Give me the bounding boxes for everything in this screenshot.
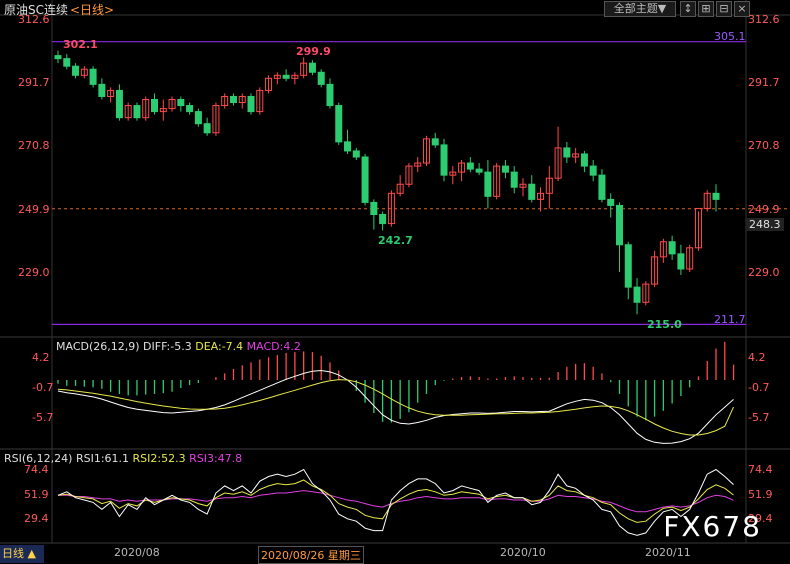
candle-body: [282, 74, 290, 79]
theme-dropdown[interactable]: 全部主题▼: [604, 1, 676, 17]
period-link[interactable]: <日线>: [70, 3, 114, 17]
right-tick: 270.8: [748, 139, 780, 152]
low-annotation: 215.0: [647, 318, 682, 331]
rsi2-value: RSI2:52.3: [132, 452, 186, 465]
rsi-tick: 51.9: [748, 488, 773, 501]
rsi-tick: 29.4: [24, 512, 49, 525]
low-annotation: 242.7: [378, 234, 413, 247]
candle-body: [352, 150, 360, 158]
candle-body: [344, 141, 352, 152]
candle-body: [466, 162, 474, 170]
candle-body: [247, 95, 255, 113]
macd-diff-line: [57, 369, 734, 444]
macd-dea: DEA:-7.4: [195, 340, 244, 353]
high-annotation: 299.9: [296, 45, 331, 58]
candle-body: [203, 123, 211, 134]
candle-body: [326, 83, 334, 107]
upper-line-label: 305.1: [714, 30, 746, 43]
candle-body: [89, 68, 97, 85]
candle-body: [370, 201, 378, 215]
candle-body: [54, 55, 62, 60]
candle-body: [510, 171, 518, 188]
candle-body: [484, 171, 492, 197]
candle-body: [361, 156, 369, 203]
candle-body: [677, 253, 685, 270]
rsi-series: [57, 468, 734, 536]
candle-body: [633, 286, 641, 303]
candle-body: [177, 99, 185, 107]
candle-body: [98, 83, 106, 97]
candle-body: [431, 138, 439, 146]
date-label: 2020/11: [645, 546, 691, 559]
macd-value: MACD:4.2: [246, 340, 301, 353]
candle-body: [72, 65, 80, 76]
candle-body: [563, 147, 571, 158]
candle-body: [668, 241, 676, 255]
macd-tick: 4.2: [32, 351, 50, 364]
candle-body: [607, 198, 615, 206]
candle-body: [501, 165, 509, 173]
period-button[interactable]: 日线 ▲: [0, 545, 44, 563]
right-tick: 291.7: [748, 76, 780, 89]
scale-icon[interactable]: ↕: [680, 1, 696, 17]
layout-icon[interactable]: ⊞: [698, 1, 714, 17]
left-tick: 229.0: [18, 266, 50, 279]
chart-canvas: [0, 0, 790, 544]
candle-body: [475, 168, 483, 173]
right-tick: 229.0: [748, 266, 780, 279]
rsi3-value: RSI3:47.8: [189, 452, 243, 465]
candlestick-series: [54, 50, 720, 315]
candle-body: [308, 62, 316, 73]
candle-body: [63, 58, 71, 67]
macd-tick: 4.2: [748, 351, 766, 364]
lower-line-label: 211.7: [714, 313, 746, 326]
rsi-tick: 74.4: [748, 463, 773, 476]
candle-body: [133, 105, 141, 119]
window-icon[interactable]: ⊟: [716, 1, 732, 17]
left-tick: 291.7: [18, 76, 50, 89]
current-price-tag: 249.9: [748, 203, 780, 216]
candle-body: [598, 174, 606, 200]
candle-body: [615, 204, 623, 246]
candle-body: [194, 111, 202, 125]
candle-body: [317, 71, 325, 85]
left-tick: 249.9: [18, 203, 50, 216]
high-annotation: 302.1: [63, 38, 98, 51]
macd-tick: -5.7: [748, 411, 770, 424]
candle-body: [115, 89, 123, 119]
macd-tick: -0.7: [32, 381, 54, 394]
rsi1-value: RSI1:61.1: [75, 452, 130, 465]
macd-tick: -5.7: [32, 411, 54, 424]
left-tick: 312.6: [18, 13, 50, 26]
crosshair-date: 2020/08/26 星期三: [258, 546, 364, 564]
candle-body: [589, 165, 597, 176]
macd-tick: -0.7: [748, 381, 770, 394]
rsi-tick: 74.4: [24, 463, 49, 476]
candle-body: [624, 244, 632, 288]
macd-title: MACD(26,12,9): [56, 340, 140, 353]
watermark: FX678: [663, 510, 762, 543]
right-tick: 312.6: [748, 13, 780, 26]
candle-body: [151, 99, 159, 113]
last-price-tag: 248.3: [746, 218, 784, 231]
left-tick: 270.8: [18, 139, 50, 152]
candle-body: [186, 105, 194, 113]
candle-body: [580, 153, 588, 167]
candle-body: [379, 214, 387, 225]
candle-body: [229, 95, 237, 104]
candle-body: [528, 183, 536, 200]
candle-body: [335, 105, 343, 143]
macd-series: [57, 341, 735, 444]
rsi-tick: 51.9: [24, 488, 49, 501]
date-label: 2020/08: [114, 546, 160, 559]
macd-legend: MACD(26,12,9) DIFF:-5.3 DEA:-7.4 MACD:4.…: [56, 340, 301, 353]
macd-dea-line: [57, 379, 734, 436]
date-label: 2020/10: [500, 546, 546, 559]
candle-body: [712, 192, 720, 200]
rsi2-line: [57, 479, 734, 523]
macd-diff: DIFF:-5.3: [143, 340, 192, 353]
candle-body: [440, 144, 448, 176]
